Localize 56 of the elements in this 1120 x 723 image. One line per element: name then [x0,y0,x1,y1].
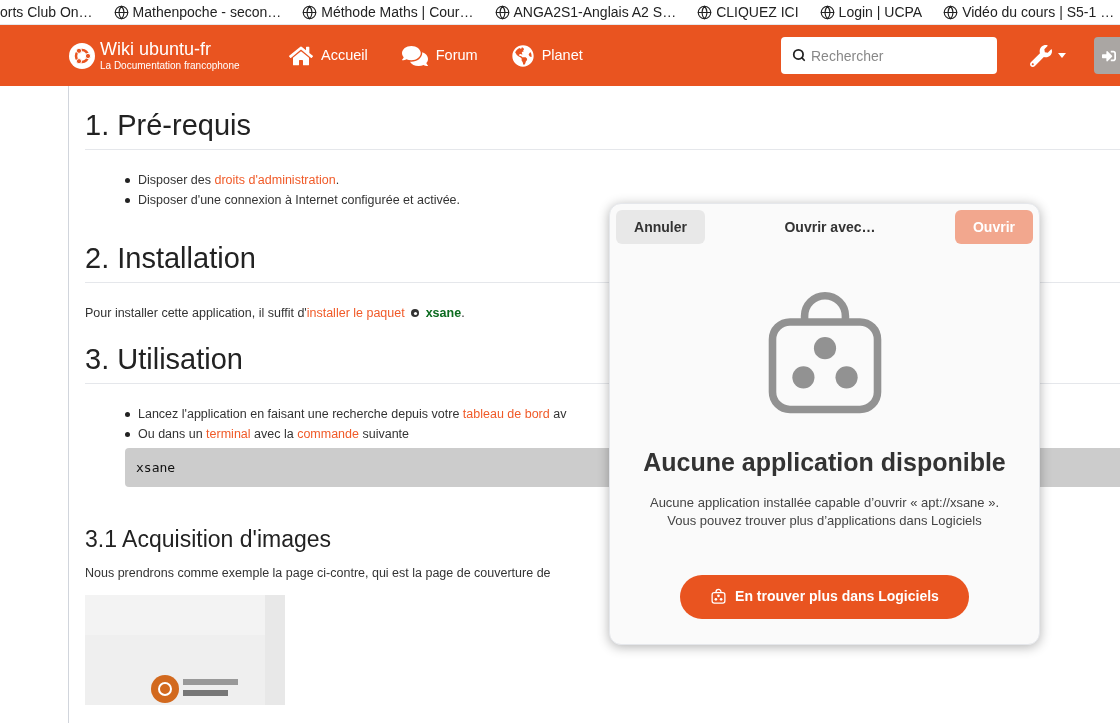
find-in-software-button[interactable]: En trouver plus dans Logiciels [680,574,969,619]
bookmark[interactable]: Mathenpoche - secon… [113,1,282,23]
text-link[interactable]: droits d'administration [214,173,336,187]
text-link[interactable]: commande [297,427,359,441]
list-item-text: Ou dans un terminal avec la commande suivante [138,426,409,443]
empty-state-heading: Aucune application disponible [643,447,1006,478]
globe-icon [302,4,318,20]
paragraph: Nous prendrons comme exemple la page ci-contre, qui est la page de couverture de [85,565,551,582]
site-logo[interactable]: Wiki ubuntu-fr La Documentation francophone [69,40,269,71]
nav-link[interactable]: Accueil [289,43,368,68]
search-field[interactable]: Rechercher [781,37,997,74]
section-heading: 2. Installation [85,241,256,276]
bookmark[interactable]: Méthode Maths | Cour… [302,1,474,23]
bookmark[interactable]: ANGA2S1-Anglais A2 S… [494,1,677,23]
bullet-icon [125,198,130,203]
sign-in-icon [1102,48,1116,63]
cancel-button[interactable]: Annuler [616,210,705,244]
logo-icon [69,42,95,69]
tools-menu-button[interactable] [1030,44,1066,67]
globe-icon [819,4,835,20]
bullet-icon [125,412,130,417]
globe-icon [943,4,959,20]
globe-icon [511,44,534,67]
bookmark[interactable]: Login | UCPA [819,1,923,23]
text-link[interactable]: installer le paquet [306,306,405,320]
text-link[interactable]: tableau de bord [462,407,550,421]
search-icon [792,48,806,62]
wrench-icon [1030,44,1052,67]
bullet-icon [125,432,130,437]
site-title: Wiki ubuntu-fr [100,40,213,58]
text-link[interactable]: terminal [206,427,251,441]
subsection-heading: 3.1 Acquisition d'images [85,525,332,554]
empty-state-message: Aucune application installée capable d’ouvrir « apt://xsane ». [649,493,1000,512]
bookmark[interactable]: orts Club On… [0,1,93,23]
nav-link[interactable]: Planet [511,44,583,67]
section-heading: 1. Pré-requis [85,108,251,143]
open-button: Ouvrir [955,210,1033,244]
software-bag-icon [710,588,728,605]
globe-icon [113,4,129,20]
dialog-title: Ouvrir avec… [784,217,876,237]
package-icon [410,308,421,318]
bullet-icon [125,178,130,183]
empty-state-message: Vous pouvez trouver plus d’applications dans Logiciels [667,511,982,530]
globe-icon [697,4,713,20]
list-item-text: Disposer des droits d'administration. [138,172,340,189]
section-heading: 3. Utilisation [85,342,243,377]
globe-icon [494,4,510,20]
site-subtitle: La Documentation francophone [100,61,240,71]
nav-link[interactable]: Forum [401,42,478,69]
paragraph: Pour installer cette application, il suffit d'installer le paquet xsane. [85,305,465,322]
list-item-text: Disposer d'une connexion à Internet configurée et activée. [138,192,461,209]
caret-icon [1058,53,1066,58]
bookmark[interactable]: Vidéo du cours | S5-1 … [943,1,1115,23]
list-item-text: Lancez l'application en faisant une recherche depuis votre tableau de bord av [138,406,567,423]
bookmark[interactable]: CLIQUEZ ICI [697,1,799,23]
login-button[interactable] [1094,37,1120,74]
